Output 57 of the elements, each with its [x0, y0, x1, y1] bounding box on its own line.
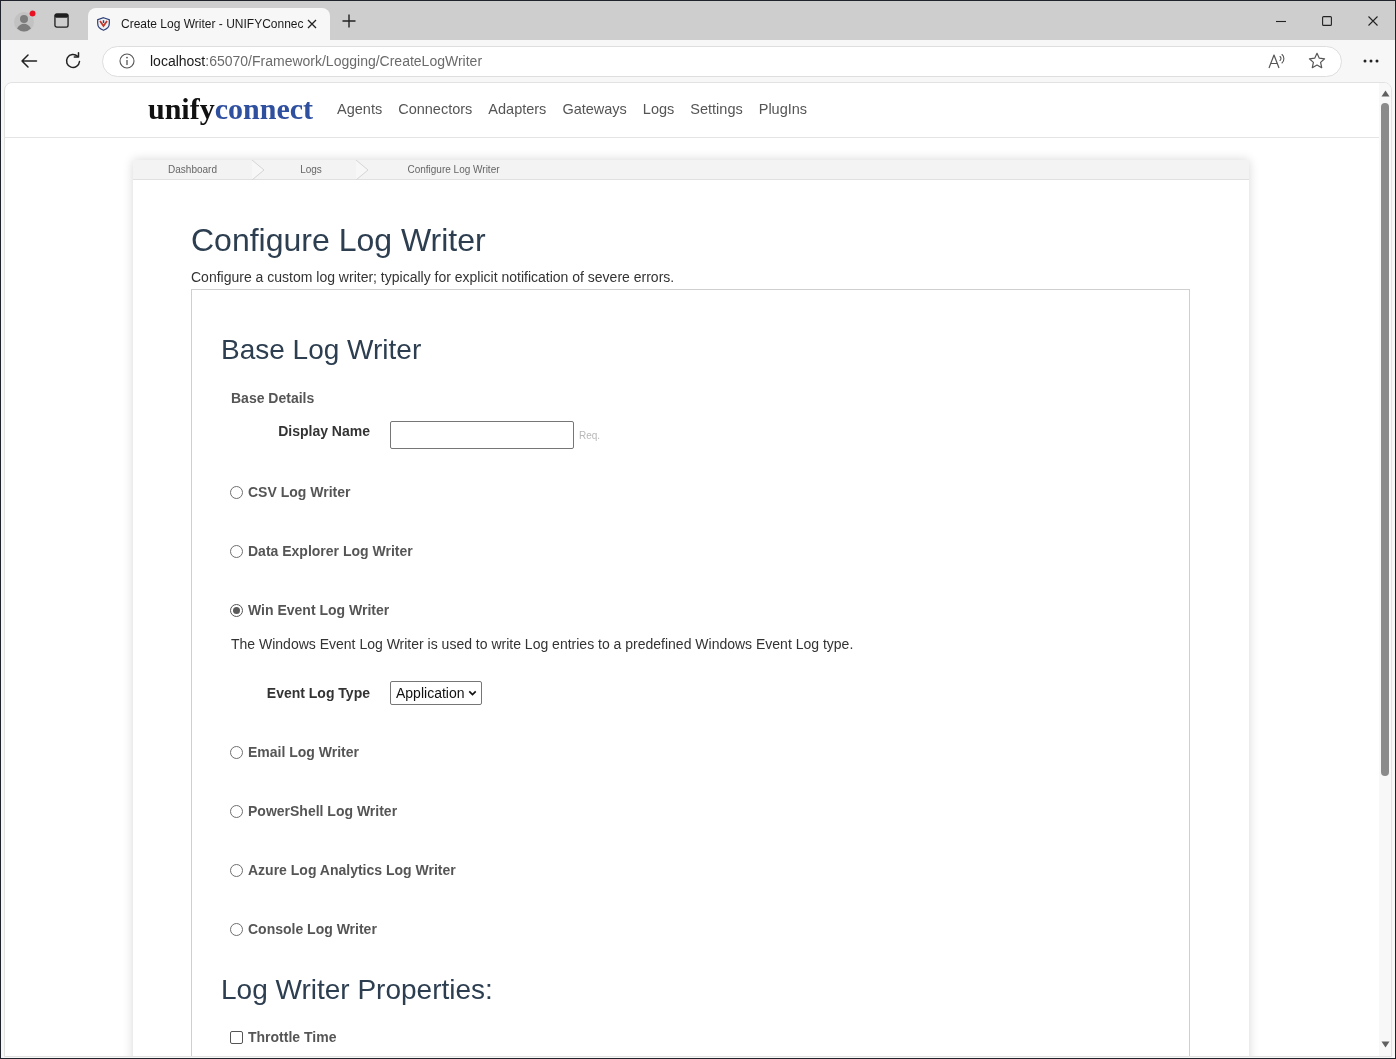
checkbox[interactable]	[230, 1030, 243, 1044]
radio-button[interactable]	[230, 544, 243, 558]
maximize-icon[interactable]	[1322, 15, 1332, 26]
scroll-up-icon[interactable]	[1380, 90, 1390, 97]
section-heading: Log Writer Properties:	[221, 973, 494, 1007]
nav-link[interactable]: PlugIns	[758, 99, 808, 121]
scroll-down-icon[interactable]	[1380, 1041, 1390, 1048]
required-note: Req.	[579, 429, 601, 443]
page-title: Configure Log Writer	[191, 221, 487, 260]
input-field[interactable]	[390, 421, 574, 449]
section-heading: Base Log Writer	[221, 333, 423, 367]
field-label: Event Log Type	[265, 684, 370, 703]
radio-button[interactable]	[230, 745, 243, 759]
nav-link[interactable]: Gateways	[562, 99, 627, 121]
radio-button[interactable]	[230, 922, 243, 936]
radio-button[interactable]	[230, 804, 243, 818]
breadcrumb-current: Configure Log Writer	[406, 163, 501, 177]
option-label[interactable]: CSV Log Writer	[248, 482, 351, 502]
nav-link[interactable]: Logs	[642, 99, 675, 121]
radio-button[interactable]	[230, 603, 243, 617]
option-label[interactable]: Email Log Writer	[248, 742, 359, 762]
breadcrumb-link[interactable]: Dashboard	[133, 160, 252, 179]
back-icon[interactable]	[19, 51, 39, 71]
address-bar[interactable]: localhost:65070/Framework/Logging/CreateLogWriter	[102, 45, 1342, 77]
nav-link[interactable]: Adapters	[488, 99, 547, 121]
profile-avatar-icon[interactable]	[13, 8, 37, 33]
nav-link[interactable]: Agents	[337, 99, 383, 121]
logo[interactable]: unifyconnect	[148, 92, 313, 126]
close-icon[interactable]	[307, 19, 317, 29]
option-label[interactable]: Throttle Time	[248, 1027, 337, 1047]
scrollbar-thumb[interactable]	[1381, 103, 1389, 776]
caret-icon	[467, 690, 477, 696]
breadcrumb-link[interactable]: Logs	[266, 160, 356, 179]
page-description: Configure a custom log writer; typically for explicit notification of severe errors.	[191, 268, 676, 287]
option-description: The Windows Event Log Writer is used to write Log entries to a predefined Windows Event Log type.	[231, 635, 855, 654]
new-tab-icon[interactable]	[342, 13, 356, 28]
star-icon[interactable]	[1308, 52, 1326, 70]
shield-icon	[97, 17, 110, 31]
tab-actions-icon[interactable]	[54, 13, 69, 28]
browser-tab[interactable]: Create Log Writer - UNIFYConnec	[88, 8, 330, 40]
refresh-icon[interactable]	[63, 51, 83, 71]
field-label: Display Name	[277, 422, 370, 441]
dropdown[interactable]: Application	[390, 681, 482, 705]
info-icon[interactable]	[119, 53, 135, 69]
option-label[interactable]: Data Explorer Log Writer	[248, 541, 413, 561]
nav-link[interactable]: Settings	[690, 99, 743, 121]
read-aloud-icon[interactable]	[1268, 53, 1286, 69]
radio-button[interactable]	[230, 863, 243, 877]
option-label[interactable]: Azure Log Analytics Log Writer	[248, 860, 456, 880]
section-label: Base Details	[231, 389, 316, 408]
nav-link[interactable]: Connectors	[398, 99, 473, 121]
radio-button[interactable]	[230, 485, 243, 499]
more-icon[interactable]	[1363, 59, 1379, 63]
option-label[interactable]: Win Event Log Writer	[248, 600, 390, 620]
option-label[interactable]: PowerShell Log Writer	[248, 801, 398, 821]
option-label[interactable]: Console Log Writer	[248, 919, 377, 939]
close-icon[interactable]	[1368, 15, 1378, 26]
